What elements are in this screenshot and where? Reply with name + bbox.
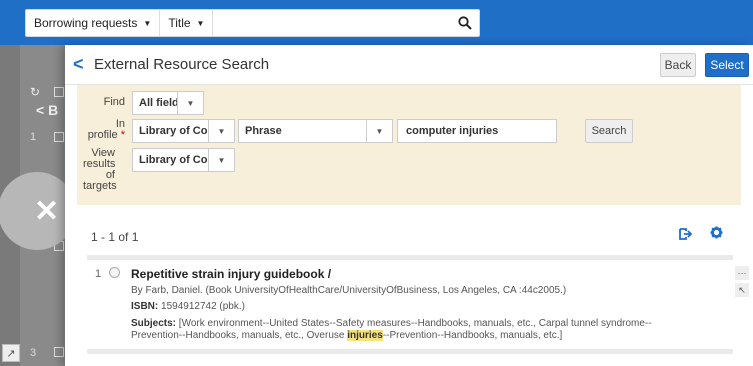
search-input[interactable] [213,10,451,36]
search-term-highlight: injuries [347,330,383,341]
search-field-dropdown[interactable]: Title ▼ [160,10,214,36]
find-field-select[interactable]: All field ▼ [132,91,204,115]
search-field-label: Title [168,16,191,30]
back-button[interactable]: Back [660,53,696,77]
result-number: 1 [95,268,102,280]
profile-label: In profile * [87,118,125,141]
search-button[interactable]: Search [585,119,633,143]
export-icon[interactable] [678,227,693,244]
chevron-left-icon[interactable]: < [73,54,84,75]
external-search-panel: < External Resource Search Back Select F… [65,45,753,366]
caret-down-icon: ▼ [366,120,392,142]
caret-down-icon: ▼ [196,18,205,28]
caret-down-icon: ▼ [208,120,234,142]
panel-title: External Resource Search [94,56,270,73]
result-subjects: Subjects: [Work environment--United Stat… [131,318,652,341]
view-targets-select[interactable]: Library of Con ▼ [132,148,235,172]
find-field-value: All field [139,97,177,109]
find-label: Find [103,96,125,108]
caret-down-icon: ▼ [208,149,234,171]
background-back-link: < B [36,102,59,118]
view-results-label: View results of targets [83,147,117,192]
expand-icon[interactable]: ↗ [2,344,20,362]
result-radio[interactable] [109,267,120,278]
result-byline: By Farb, Daniel. (Book UniversityOfHealt… [131,285,567,296]
result-item: 1 Repetitive strain injury guidebook / B… [87,261,749,349]
results-count: 1 - 1 of 1 [91,230,139,244]
top-bar: Borrowing requests ▼ Title ▼ [0,0,753,45]
profile-value: Library of Con [139,125,208,137]
required-marker: * [120,129,125,141]
search-scope-label: Borrowing requests [34,16,138,30]
caret-down-icon: ▼ [143,18,152,28]
background-row-number: 3 [30,347,37,359]
view-targets-value: Library of Con [139,154,208,166]
close-icon: ✕ [34,194,60,228]
select-button[interactable]: Select [705,53,749,77]
results-divider [87,349,733,354]
results-divider [87,255,733,260]
profile-select[interactable]: Library of Con ▼ [132,119,235,143]
background-checkbox [54,347,64,357]
query-input[interactable]: computer injuries [397,119,557,143]
persistent-search: Borrowing requests ▼ Title ▼ [25,9,480,37]
search-scope-dropdown[interactable]: Borrowing requests ▼ [26,10,161,36]
panel-header: < External Resource Search Back Select [65,45,753,85]
operator-value: Phrase [245,125,282,137]
caret-down-icon: ▼ [177,92,203,114]
background-row-number: 1 [30,131,37,143]
background-checkbox [54,132,64,142]
search-icon[interactable] [451,10,479,36]
background-checkbox [54,87,64,97]
result-title[interactable]: Repetitive strain injury guidebook / [131,267,331,281]
search-form: Find All field ▼ In profile * Library of… [77,85,741,205]
gear-icon[interactable] [710,226,723,242]
operator-select[interactable]: Phrase ▼ [238,119,393,143]
pin-icon[interactable]: ↖ [735,283,749,297]
more-icon[interactable]: ··· [735,266,749,280]
refresh-icon: ↻ [30,85,41,99]
result-isbn: ISBN: 1594912742 (pbk.) [131,301,245,312]
